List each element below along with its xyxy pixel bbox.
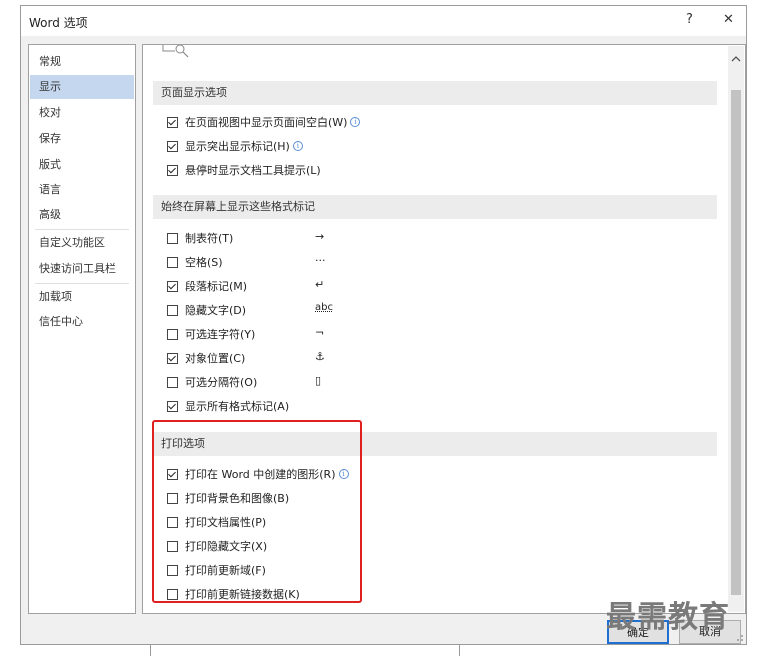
option-tab-characters[interactable]: 制表符(T) → <box>167 228 367 248</box>
title-bar: Word 选项 ? ✕ <box>21 6 746 36</box>
option-label: 制表符(T) <box>185 232 234 245</box>
dialog-title: Word 选项 <box>29 16 88 30</box>
sidebar-item-advanced[interactable]: 高级 <box>30 203 134 227</box>
option-optional-hyphens[interactable]: 可选连字符(Y) ¬ <box>167 324 367 344</box>
hyphen-mark-icon: ¬ <box>315 326 325 339</box>
info-icon: i <box>350 117 361 127</box>
checkbox[interactable] <box>167 304 178 316</box>
option-object-anchors[interactable]: 对象位置(C) ⚓ <box>167 348 367 368</box>
option-label: 在页面视图中显示页面间空白(W) <box>185 116 348 129</box>
anchor-icon: ⚓ <box>315 350 325 363</box>
sidebar-item-addins[interactable]: 加载项 <box>30 285 134 309</box>
option-paragraph-marks[interactable]: 段落标记(M) ↵ <box>167 276 367 296</box>
scrollbar-thumb[interactable] <box>731 90 741 595</box>
checkbox[interactable] <box>167 164 178 176</box>
checkbox[interactable] <box>167 328 178 340</box>
option-optional-breaks[interactable]: 可选分隔符(O) ▯ <box>167 372 367 392</box>
option-show-all-marks[interactable]: 显示所有格式标记(A) <box>167 396 289 416</box>
option-label: 对象位置(C) <box>185 352 246 365</box>
checkbox[interactable] <box>167 140 178 152</box>
paragraph-mark-icon: ↵ <box>315 278 325 291</box>
section-format-marks: 始终在屏幕上显示这些格式标记 <box>153 195 717 219</box>
sidebar-item-quick-access[interactable]: 快速访问工具栏 <box>30 257 134 281</box>
optional-break-icon: ▯ <box>315 374 322 387</box>
option-label: 可选连字符(Y) <box>185 328 256 341</box>
sidebar-item-save[interactable]: 保存 <box>30 127 134 151</box>
option-label: 显示所有格式标记(A) <box>185 400 290 413</box>
space-mark-icon: ··· <box>315 254 326 267</box>
sidebar-item-customize-ribbon[interactable]: 自定义功能区 <box>30 231 134 255</box>
sidebar-item-general[interactable]: 常规 <box>30 50 134 74</box>
sidebar-divider <box>35 229 129 230</box>
chevron-up-icon[interactable] <box>728 52 744 66</box>
sidebar-item-layout[interactable]: 版式 <box>30 153 134 177</box>
option-label: 隐藏文字(D) <box>185 304 247 317</box>
option-show-whitespace[interactable]: 在页面视图中显示页面间空白(W) i <box>167 112 361 132</box>
help-button[interactable]: ? <box>686 12 693 27</box>
section-page-display: 页面显示选项 <box>153 81 717 105</box>
checkbox[interactable] <box>167 400 178 412</box>
option-show-tooltips[interactable]: 悬停时显示文档工具提示(L) <box>167 160 321 180</box>
word-options-dialog: Word 选项 ? ✕ 常规 显示 校对 保存 版式 语言 高级 自定义功能区 … <box>20 5 747 645</box>
watermark: 最需教育 <box>606 600 730 635</box>
sidebar: 常规 显示 校对 保存 版式 语言 高级 自定义功能区 快速访问工具栏 加载项 … <box>28 44 136 614</box>
option-spaces[interactable]: 空格(S) ··· <box>167 252 367 272</box>
sidebar-item-proofing[interactable]: 校对 <box>30 101 134 125</box>
info-icon: i <box>292 141 303 151</box>
checkbox[interactable] <box>167 116 178 128</box>
sidebar-divider <box>35 283 129 284</box>
option-label: 空格(S) <box>185 256 223 269</box>
background-window-edge <box>150 645 460 656</box>
display-icon <box>162 45 189 58</box>
checkbox[interactable] <box>167 256 178 268</box>
checkbox[interactable] <box>167 280 178 292</box>
checkbox[interactable] <box>167 376 178 388</box>
option-label: 可选分隔符(O) <box>185 376 258 389</box>
sidebar-item-display[interactable]: 显示 <box>30 75 134 99</box>
sidebar-item-trust-center[interactable]: 信任中心 <box>30 310 134 334</box>
option-label: 段落标记(M) <box>185 280 248 293</box>
option-show-highlight[interactable]: 显示突出显示标记(H) i <box>167 136 303 156</box>
resize-grip-icon[interactable] <box>734 632 744 642</box>
option-hidden-text[interactable]: 隐藏文字(D) abc <box>167 300 367 320</box>
option-label: 显示突出显示标记(H) <box>185 140 290 153</box>
hidden-text-mark-icon: abc <box>315 302 333 313</box>
sidebar-item-language[interactable]: 语言 <box>30 178 134 202</box>
close-button[interactable]: ✕ <box>723 12 734 27</box>
checkbox[interactable] <box>167 352 178 364</box>
option-label: 悬停时显示文档工具提示(L) <box>185 164 321 177</box>
checkbox[interactable] <box>167 232 178 244</box>
vertical-scrollbar[interactable] <box>728 46 744 612</box>
highlight-box <box>152 420 362 603</box>
tab-mark-icon: → <box>315 230 325 243</box>
